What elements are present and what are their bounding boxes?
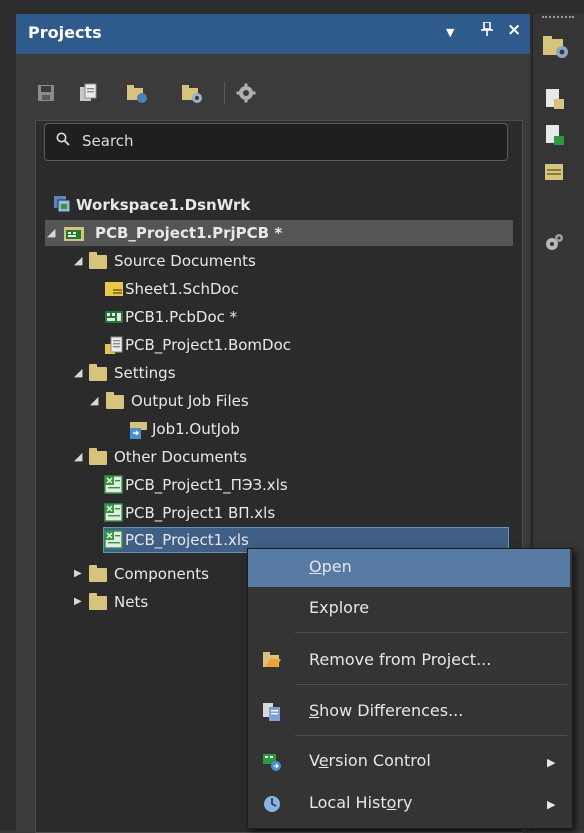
folder-icon bbox=[89, 593, 107, 610]
excel-icon bbox=[104, 503, 123, 522]
excel-icon bbox=[104, 475, 123, 494]
tree-item-label: Source Documents bbox=[114, 252, 256, 270]
context-menu bbox=[247, 548, 573, 829]
pcb-doc-icon bbox=[104, 308, 123, 325]
tree-item-label: Sheet1.SchDoc bbox=[125, 280, 239, 298]
tree-item-xls-vp[interactable]: PCB_Project1 ВП.xls bbox=[0, 500, 520, 526]
local-history-icon bbox=[262, 794, 282, 818]
tree-item-label: Workspace1.DsnWrk bbox=[76, 196, 251, 214]
submenu-arrow-icon: ▶ bbox=[547, 756, 556, 769]
tree-item-xls-pez[interactable]: PCB_Project1_ПЭЗ.xls bbox=[0, 472, 520, 498]
folder-icon bbox=[106, 392, 124, 409]
tree-item-job1[interactable]: Job1.OutJob bbox=[0, 416, 520, 442]
panel-menu-icon[interactable]: ▼ bbox=[446, 26, 454, 39]
workspace-icon bbox=[53, 195, 71, 213]
tree-item-label: Job1.OutJob bbox=[152, 420, 240, 438]
tree-item-label: Components bbox=[114, 565, 209, 583]
tree-item-label: Other Documents bbox=[114, 448, 247, 466]
close-icon[interactable]: × bbox=[507, 20, 521, 40]
tree-item-other-documents[interactable]: ◢ Other Documents bbox=[0, 444, 520, 470]
tree-item-sheet1[interactable]: Sheet1.SchDoc bbox=[0, 276, 520, 302]
tree-item-source-documents[interactable]: ◢ Source Documents bbox=[0, 248, 520, 274]
panel-title: Projects bbox=[28, 23, 102, 42]
search-input[interactable] bbox=[82, 130, 492, 152]
version-control-icon bbox=[262, 752, 282, 776]
gears-dock-icon[interactable] bbox=[544, 232, 564, 256]
expanded-arrow-icon[interactable]: ◢ bbox=[74, 360, 82, 386]
menu-item-remove-from-project[interactable]: Remove from Project... bbox=[309, 650, 491, 669]
tree-item-settings[interactable]: ◢ Settings bbox=[0, 360, 520, 386]
messages-dock-icon[interactable] bbox=[544, 163, 566, 187]
expanded-arrow-icon[interactable]: ◢ bbox=[47, 220, 55, 246]
outjob-icon bbox=[129, 420, 147, 439]
tree-item-xls-selected[interactable]: PCB_Project1.xls bbox=[0, 527, 250, 553]
gear-icon[interactable] bbox=[236, 83, 258, 103]
expanded-arrow-icon[interactable]: ◢ bbox=[90, 388, 98, 414]
save-icon[interactable] bbox=[36, 83, 58, 103]
tree-item-label: PCB1.PcbDoc * bbox=[125, 308, 238, 326]
document-dock-icon[interactable] bbox=[545, 88, 565, 114]
tree-item-label: PCB_Project1_ПЭЗ.xls bbox=[125, 476, 288, 494]
pin-icon[interactable] bbox=[481, 21, 493, 40]
toolbar-separator bbox=[224, 82, 225, 104]
dock-grip[interactable] bbox=[542, 16, 574, 22]
tree-item-workspace[interactable]: Workspace1.DsnWrk bbox=[0, 192, 520, 218]
tree-item-label: PCB_Project1.xls bbox=[125, 531, 249, 549]
tree-item-components[interactable]: ▶ Components bbox=[0, 561, 248, 587]
tree-item-pcb1[interactable]: PCB1.PcbDoc * bbox=[0, 304, 520, 330]
menu-separator bbox=[295, 735, 567, 736]
menu-item-show-differences[interactable]: Show Differences... bbox=[309, 701, 463, 720]
tree-item-label: PCB_Project1.BomDoc bbox=[125, 336, 291, 354]
show-differences-icon bbox=[262, 702, 282, 726]
projects-dock-icon[interactable] bbox=[542, 35, 570, 63]
expanded-arrow-icon[interactable]: ◢ bbox=[74, 444, 82, 470]
expanded-arrow-icon[interactable]: ◢ bbox=[74, 248, 82, 274]
submenu-arrow-icon: ▶ bbox=[547, 798, 556, 811]
bom-doc-icon bbox=[104, 336, 123, 354]
menu-item-local-history[interactable]: Local History bbox=[309, 793, 412, 812]
folder-icon bbox=[89, 565, 107, 582]
tree-item-label: Output Job Files bbox=[131, 392, 249, 410]
collapsed-arrow-icon[interactable]: ▶ bbox=[74, 561, 82, 587]
tree-item-label: PCB_Project1 ВП.xls bbox=[125, 504, 276, 522]
menu-item-version-control[interactable]: Version Control bbox=[309, 751, 431, 770]
menu-separator bbox=[295, 632, 567, 633]
folder-icon bbox=[89, 448, 107, 465]
schematic-doc-icon bbox=[104, 280, 123, 297]
project-options-folder-icon[interactable] bbox=[180, 83, 202, 103]
tree-item-label: PCB_Project1.PrjPCB * bbox=[95, 224, 283, 242]
collapsed-arrow-icon[interactable]: ▶ bbox=[74, 589, 82, 615]
tree-item-label: Settings bbox=[114, 364, 176, 382]
menu-item-open[interactable]: Open bbox=[309, 557, 352, 576]
document-green-dock-icon[interactable] bbox=[545, 124, 565, 150]
tree-item-nets[interactable]: ▶ Nets bbox=[0, 589, 248, 615]
search-icon bbox=[56, 132, 70, 146]
tree-item-label: Nets bbox=[114, 593, 149, 611]
folder-icon bbox=[89, 252, 107, 269]
folder-icon bbox=[89, 364, 107, 381]
tree-item-project[interactable]: ◢ PCB_Project1.PrjPCB * bbox=[0, 220, 520, 246]
menu-item-explore[interactable]: Explore bbox=[309, 598, 369, 617]
menu-separator bbox=[295, 684, 567, 685]
copy-documents-icon[interactable] bbox=[78, 83, 100, 103]
add-existing-to-project-icon[interactable] bbox=[125, 83, 147, 103]
tree-item-bomdoc[interactable]: PCB_Project1.BomDoc bbox=[0, 332, 520, 358]
remove-folder-icon bbox=[262, 651, 282, 673]
excel-icon bbox=[104, 530, 123, 549]
tree-item-output-job-files[interactable]: ◢ Output Job Files bbox=[0, 388, 520, 414]
menu-highlight bbox=[248, 549, 570, 587]
pcb-project-icon bbox=[63, 224, 84, 241]
